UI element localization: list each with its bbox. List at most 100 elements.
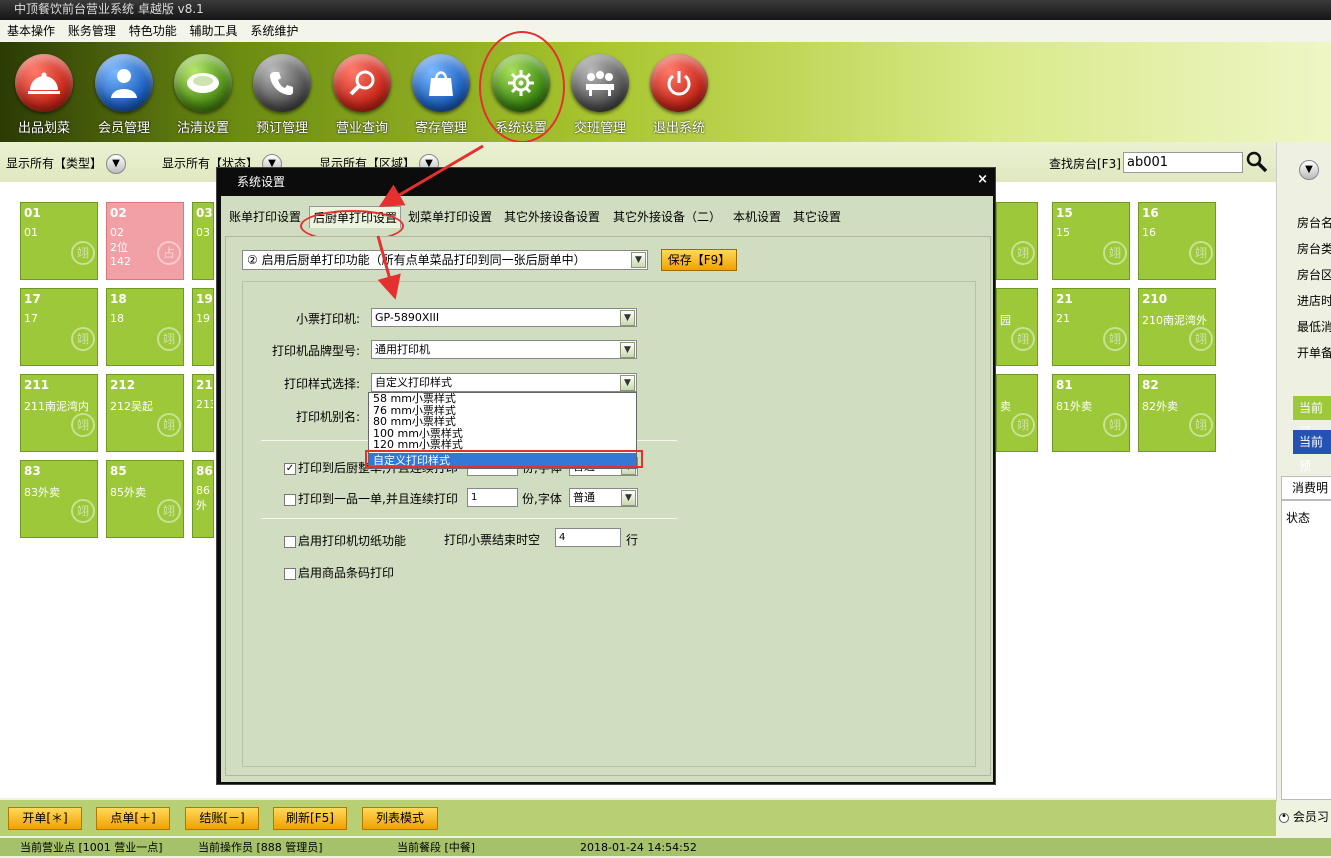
room-tile[interactable]: 211 211南泥湾内翊 [20,374,98,452]
print-one-checkbox[interactable] [284,493,296,506]
style-option[interactable]: 100 mm小票样式 [369,428,636,440]
chevron-down-icon[interactable]: ▼ [106,154,127,174]
room-tile[interactable]: 15 15 翊 [1052,202,1130,280]
chevron-down-icon[interactable]: ▼ [620,342,635,358]
toolbar-label: 沽清设置 [176,121,229,136]
room-tile[interactable]: 卖翊 [996,374,1038,452]
room-watermark-icon: 占 [157,241,181,265]
tab-local-settings[interactable]: 本机设置 [730,206,784,228]
room-tile[interactable]: 03 03 [192,202,214,280]
tab-external-devices-2[interactable]: 其它外接设备（二） [610,206,724,228]
toolbar-soldout-button[interactable]: 沽清设置 [168,54,238,138]
room-tile[interactable]: 01 01 翊 [20,202,98,280]
room-number: 211 [24,378,50,392]
room-tile[interactable]: 17 17 翊 [20,288,98,366]
room-name: 210南泥湾外 [1142,314,1207,327]
cut-paper-checkbox[interactable] [284,535,296,548]
room-number: 03 [196,206,213,220]
current-available-button[interactable]: 当前可 [1293,396,1331,439]
chevron-down-icon[interactable]: ▼ [1299,160,1319,180]
style-option[interactable]: 58 mm小票样式 [369,393,636,405]
room-tile[interactable]: 86 86外 [192,460,214,538]
print-one-count-input[interactable]: 1 [467,488,518,507]
print-whole-checkbox[interactable]: ✓ [284,462,296,475]
toolbar-label: 营业查询 [335,121,388,136]
style-option[interactable]: 80 mm小票样式 [369,416,636,428]
print-one-option[interactable]: 打印到一品一单,并且连续打印 [284,490,458,507]
room-tile[interactable]: 18 18 翊 [106,288,184,366]
chevron-down-icon[interactable]: ▼ [631,252,646,268]
barcode-checkbox[interactable] [284,567,296,580]
toolbar-booking-button[interactable]: 预订管理 [247,54,317,138]
menu-maintenance[interactable]: 系统维护 [250,24,298,38]
room-tile[interactable]: 213213 [192,374,214,452]
chevron-down-icon[interactable]: ▼ [621,490,636,506]
menu-tools[interactable]: 辅助工具 [190,24,238,38]
room-tile[interactable]: 19 19 [192,288,214,366]
info-label: 开单备 [1297,346,1331,360]
barcode-option[interactable]: 启用商品条码打印 [284,564,394,581]
style-option[interactable]: 120 mm小票样式 [369,439,636,451]
consumption-detail-tab[interactable]: 消费明 [1281,476,1331,500]
toolbar-query-button[interactable]: 营业查询 [327,54,397,138]
room-tile[interactable]: 83 83外卖翊 [20,460,98,538]
style-option[interactable]: 76 mm小票样式 [369,405,636,417]
room-search-input[interactable]: ab001 [1123,152,1243,173]
member-option[interactable]: • 会员习 [1279,808,1329,825]
room-tile[interactable]: 翊 [996,202,1038,280]
toolbar-member-button[interactable]: 会员管理 [89,54,159,138]
settings-dialog: 系统设置 × 账单打印设置 后厨单打印设置 划菜单打印设置 其它外接设备设置 其… [216,167,996,785]
printer-select[interactable]: GP-5890XIII ▼ [371,308,637,327]
open-order-button[interactable]: 开单[＊] [8,807,82,830]
refresh-button[interactable]: 刷新[F5] [273,807,347,830]
save-button[interactable]: 保存【F9】 [661,249,737,271]
room-tile[interactable]: 园翊 [996,288,1038,366]
blank-lines-input[interactable]: 4 [555,528,621,547]
menu-features[interactable]: 特色功能 [129,24,177,38]
chevron-down-icon[interactable]: ▼ [620,310,635,326]
tab-dish-print[interactable]: 划菜单打印设置 [405,206,495,228]
search-icon[interactable] [1246,151,1268,173]
font-select[interactable]: 普通 ▼ [569,488,638,507]
room-tile[interactable]: 212 212吴起翊 [106,374,184,452]
room-watermark-icon: 翊 [1189,413,1213,437]
bag-icon [412,54,470,112]
chevron-down-icon[interactable]: ▼ [620,375,635,391]
room-watermark-icon: 翊 [1189,327,1213,351]
room-tile[interactable]: 82 82外卖翊 [1138,374,1216,452]
toolbar-shift-button[interactable]: 交班管理 [565,54,635,138]
room-tile[interactable]: 21 21 翊 [1052,288,1130,366]
list-mode-button[interactable]: 列表模式 [362,807,438,830]
brand-select[interactable]: 通用打印机 ▼ [371,340,637,359]
menu-basic[interactable]: 基本操作 [7,24,55,38]
room-watermark-icon: 翊 [1103,327,1127,351]
room-tile[interactable]: 16 16 翊 [1138,202,1216,280]
room-tile[interactable]: 85 85外卖翊 [106,460,184,538]
room-tile[interactable]: 02 02 2位 142 占 [106,202,184,280]
toolbar-dish-out-button[interactable]: 出品划菜 [9,54,79,138]
room-name: 01 [24,226,38,239]
close-icon[interactable]: × [977,172,988,187]
print-style-select[interactable]: 自定义打印样式 ▼ [371,373,637,392]
status-column-header: 状态 [1286,511,1311,525]
dish-cloche-icon [15,54,73,112]
menu-accounts[interactable]: 账务管理 [68,24,116,38]
kitchen-print-mode-select[interactable]: ② 启用后厨单打印功能（所有点单菜品打印到同一张后厨单中） ▼ [242,250,648,270]
type-filter[interactable]: 显示所有【类型】 ▼ [6,154,127,174]
brand-label: 打印机品牌型号: [272,344,361,358]
checkout-button[interactable]: 结账[－] [185,807,259,830]
tab-bill-print[interactable]: 账单打印设置 [226,206,304,228]
room-tile[interactable]: 210 210南泥湾外翊 [1138,288,1216,366]
tab-other-settings[interactable]: 其它设置 [790,206,844,228]
room-watermark-icon: 翊 [71,241,95,265]
current-reserved-button[interactable]: 当前预 [1293,430,1331,473]
room-tile[interactable]: 81 81外卖翊 [1052,374,1130,452]
tab-external-devices[interactable]: 其它外接设备设置 [501,206,603,228]
barcode-label: 启用商品条码打印 [298,566,395,580]
toolbar-exit-button[interactable]: 退出系统 [644,54,714,138]
room-name: 卖 [1000,400,1011,413]
cut-paper-option[interactable]: 启用打印机切纸功能 [284,532,406,549]
add-order-button[interactable]: 点单[＋] [96,807,170,830]
radio-icon[interactable]: • [1279,811,1289,823]
toolbar-storage-button[interactable]: 寄存管理 [406,54,476,138]
